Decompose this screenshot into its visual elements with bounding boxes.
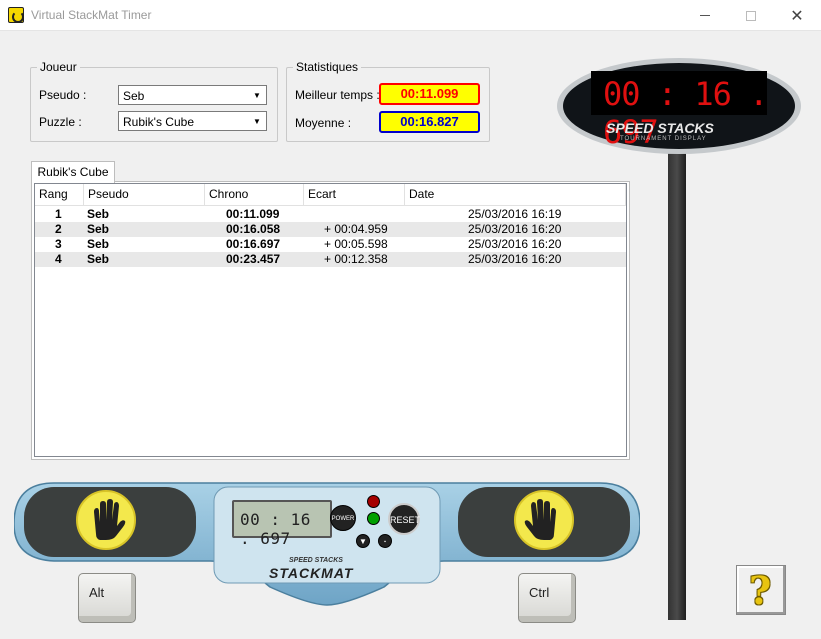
row-date: 25/03/2016 16:20 xyxy=(468,252,562,266)
row-rang: 2 xyxy=(55,222,62,236)
best-time-label: Meilleur temps : xyxy=(295,88,380,102)
display-brand: SPEED STACKS xyxy=(606,120,714,136)
pseudo-combobox[interactable]: Seb ▼ xyxy=(118,85,267,105)
col-rang[interactable]: Rang xyxy=(35,184,84,206)
ctrl-key-label: Ctrl xyxy=(529,585,550,600)
chevron-down-icon[interactable]: ▼ xyxy=(249,113,265,129)
title-bar: Virtual StackMat Timer ✕ xyxy=(0,0,821,31)
col-chrono[interactable]: Chrono xyxy=(205,184,304,206)
row-pseudo: Seb xyxy=(87,252,110,266)
stackmat-brand-top: SPEED STACKS xyxy=(289,557,343,564)
small-button[interactable]: ▪ xyxy=(378,534,392,548)
alt-key[interactable]: Alt xyxy=(78,573,136,623)
row-ecart: + 00:12.358 xyxy=(324,252,388,266)
row-pseudo: Seb xyxy=(87,207,110,221)
alt-key-label: Alt xyxy=(89,585,105,600)
chevron-down-icon[interactable]: ▼ xyxy=(249,87,265,103)
joueur-legend: Joueur xyxy=(40,60,77,74)
row-rang: 4 xyxy=(55,252,62,266)
pseudo-label: Pseudo : xyxy=(39,88,87,102)
row-date: 25/03/2016 16:20 xyxy=(468,222,562,236)
col-date[interactable]: Date xyxy=(405,184,626,206)
minimize-button[interactable] xyxy=(682,0,728,31)
maximize-icon xyxy=(746,10,756,21)
table-row[interactable]: 4 Seb 00:23.457 + 00:12.358 25/03/2016 1… xyxy=(35,252,626,267)
row-date: 25/03/2016 16:20 xyxy=(468,237,562,251)
col-pseudo[interactable]: Pseudo xyxy=(84,184,205,206)
col-ecart[interactable]: Ecart xyxy=(304,184,405,206)
close-button[interactable]: ✕ xyxy=(774,0,820,31)
down-button[interactable]: ▼ xyxy=(356,534,370,548)
row-ecart: + 00:04.959 xyxy=(324,222,388,236)
window-title: Virtual StackMat Timer xyxy=(31,8,152,22)
pseudo-value: Seb xyxy=(123,89,145,103)
best-time-value: 00:11.099 xyxy=(379,83,480,105)
question-mark-icon: ? xyxy=(749,568,772,613)
row-chrono: 00:23.457 xyxy=(226,252,281,266)
row-date: 25/03/2016 16:19 xyxy=(468,207,562,221)
row-pseudo: Seb xyxy=(87,222,110,236)
right-hand-icon[interactable] xyxy=(514,490,574,550)
average-value: 00:16.827 xyxy=(379,111,480,133)
left-hand-icon[interactable] xyxy=(76,490,136,550)
help-button[interactable]: ? xyxy=(736,565,786,615)
display-subtitle: TOURNAMENT DISPLAY xyxy=(620,136,707,142)
ctrl-key[interactable]: Ctrl xyxy=(518,573,576,623)
row-ecart: + 00:05.598 xyxy=(324,237,388,251)
reset-button[interactable]: RESET xyxy=(388,503,420,535)
row-pseudo: Seb xyxy=(87,237,110,251)
minimize-icon xyxy=(700,15,710,16)
app-icon xyxy=(8,7,24,23)
lcd-time: 00 : 16 . 697 xyxy=(240,510,311,548)
puzzle-combobox[interactable]: Rubik's Cube ▼ xyxy=(118,111,267,131)
maximize-button[interactable] xyxy=(728,0,774,31)
tab-rubiks-cube[interactable]: Rubik's Cube xyxy=(31,161,115,183)
table-header: Rang Pseudo Chrono Ecart Date xyxy=(35,184,626,206)
close-icon: ✕ xyxy=(790,7,804,25)
table-row[interactable]: 1 Seb 00:11.099 25/03/2016 16:19 xyxy=(35,207,626,222)
stackmat-brand: STACKMAT xyxy=(269,565,354,581)
puzzle-value: Rubik's Cube xyxy=(123,115,194,129)
results-table[interactable]: Rang Pseudo Chrono Ecart Date 1 Seb 00:1… xyxy=(34,183,627,457)
display-pole xyxy=(668,146,686,620)
average-label: Moyenne : xyxy=(295,116,352,130)
row-chrono: 00:16.058 xyxy=(226,222,281,236)
row-chrono: 00:11.099 xyxy=(226,207,280,221)
table-row[interactable]: 3 Seb 00:16.697 + 00:05.598 25/03/2016 1… xyxy=(35,237,626,252)
green-led xyxy=(367,512,380,525)
puzzle-label: Puzzle : xyxy=(39,115,82,129)
row-chrono: 00:16.697 xyxy=(226,237,281,251)
row-rang: 1 xyxy=(55,207,62,221)
statistiques-legend: Statistiques xyxy=(296,60,359,74)
stackmat-lcd: 00 : 16 . 697 xyxy=(232,500,332,548)
row-rang: 3 xyxy=(55,237,62,251)
red-led xyxy=(367,495,380,508)
table-row[interactable]: 2 Seb 00:16.058 + 00:04.959 25/03/2016 1… xyxy=(35,222,626,237)
power-button[interactable]: POWER xyxy=(330,505,356,531)
